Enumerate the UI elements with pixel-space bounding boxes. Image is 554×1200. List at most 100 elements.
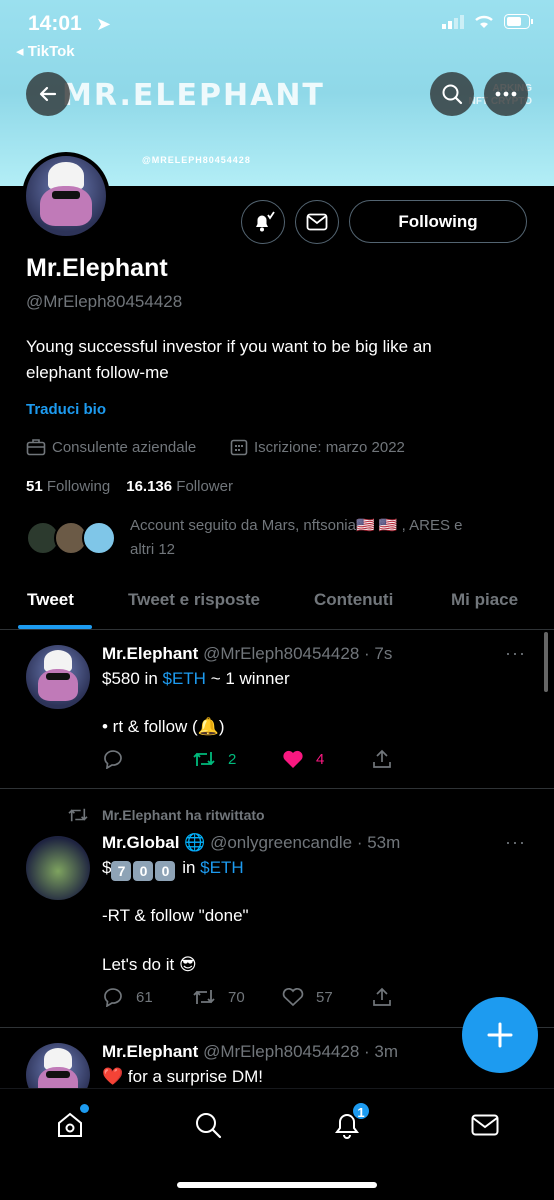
tweet-author-handle: @MrEleph80454428 · 7s	[203, 644, 393, 663]
avatar-glasses	[51, 191, 81, 200]
tab-media[interactable]: Contenuti	[314, 590, 393, 610]
tweet-header: Mr.Global 🌐 @onlygreencandle · 53m	[102, 833, 400, 853]
follow-counts: 51 Following 16.136 Follower	[26, 478, 233, 495]
tweet-item[interactable]: Mr.Elephant @MrEleph80454428 · 7s ··· $5…	[0, 631, 554, 789]
banner-handle: @MRELEPH80454428	[142, 155, 251, 165]
active-tab-indicator	[18, 625, 92, 629]
reply-button[interactable]	[102, 749, 192, 769]
category-text: Consulente aziendale	[52, 438, 197, 456]
translate-bio-link[interactable]: Traduci bio	[26, 401, 106, 418]
profile-avatar[interactable]	[22, 152, 110, 240]
more-button[interactable]	[484, 72, 528, 116]
retweet-icon	[68, 808, 88, 822]
tab-likes[interactable]: Mi piace	[451, 590, 518, 610]
wifi-icon	[475, 15, 493, 28]
notify-subscribe-button[interactable]	[241, 200, 285, 244]
keycap-digit: 0	[133, 861, 154, 881]
like-count: 4	[316, 750, 325, 768]
search-icon	[442, 84, 463, 105]
notifications-badge: 1	[351, 1101, 371, 1121]
tweet-author-name[interactable]: Mr.Global 🌐	[102, 833, 205, 852]
nav-search[interactable]	[190, 1107, 226, 1143]
profile-tabs: Tweet Tweet e risposte Contenuti Mi piac…	[0, 580, 554, 630]
tweet-author-name[interactable]: Mr.Elephant	[102, 1042, 198, 1061]
bio-line-2: elephant follow-me	[26, 363, 169, 382]
battery-icon	[504, 14, 533, 29]
share-button[interactable]	[372, 749, 462, 769]
bell-subscribe-icon	[256, 211, 275, 232]
bio-line-1: Young successful investor if you want to…	[26, 337, 432, 356]
nav-home[interactable]	[52, 1104, 89, 1143]
followers-count-link[interactable]: 16.136 Follower	[126, 478, 233, 495]
following-count-link[interactable]: 51 Following	[26, 478, 110, 495]
calendar-icon	[230, 439, 248, 456]
heart-icon	[283, 750, 303, 768]
keycap-digit: 7	[111, 861, 132, 881]
more-icon	[495, 91, 517, 97]
home-indicator[interactable]	[177, 1182, 377, 1188]
profile-category: Consulente aziendale	[26, 438, 196, 456]
tweet-avatar[interactable]	[26, 836, 90, 900]
tab-tweet-replies[interactable]: Tweet e risposte	[128, 590, 260, 610]
like-button[interactable]: 4	[282, 749, 372, 769]
retweeted-by-text[interactable]: Mr.Elephant ha ritwittato	[102, 807, 265, 823]
retweet-button[interactable]: 70	[192, 987, 282, 1007]
retweet-icon	[193, 752, 215, 766]
cashtag-link[interactable]: $ETH	[200, 858, 243, 877]
message-button[interactable]	[295, 200, 339, 244]
tweet-avatar[interactable]	[26, 645, 90, 709]
tweet-header: Mr.Elephant @MrEleph80454428 · 7s	[102, 644, 392, 664]
tweet-text: ❤️ for a surprise DM!	[102, 1067, 263, 1086]
share-button[interactable]	[372, 987, 462, 1007]
tweet-more-button[interactable]: ···	[505, 832, 526, 853]
followed-by-avatars[interactable]	[26, 521, 126, 557]
search-icon	[196, 1113, 222, 1139]
status-time: 14:01	[28, 12, 82, 35]
retweet-button[interactable]: 2	[192, 749, 282, 769]
tweet-author-handle: @onlygreencandle · 53m	[210, 833, 401, 852]
cashtag-link[interactable]: $ETH	[163, 669, 206, 688]
tweet-text: $580 in $ETH ~ 1 winner	[102, 667, 290, 691]
nav-notifications[interactable]: 1	[329, 1101, 371, 1143]
retweet-count: 70	[228, 988, 245, 1006]
profile-joined: Iscrizione: marzo 2022	[230, 438, 405, 456]
follower-avatar	[82, 521, 116, 555]
retweeted-by: Mr.Elephant ha ritwittato	[66, 806, 265, 824]
nav-messages[interactable]	[467, 1107, 503, 1143]
followed-by-line-1: Account seguito da Mars, nftsonia🇺🇸 🇺🇸 ,…	[130, 517, 463, 534]
followed-by-line-2: altri 12	[130, 541, 176, 558]
tweet-text-line-2: -RT & follow "done"	[102, 906, 249, 925]
tweet-header: Mr.Elephant @MrEleph80454428 · 3m	[102, 1042, 398, 1062]
profile-handle: @MrEleph80454428	[26, 292, 183, 311]
location-arrow-icon: ➤	[96, 14, 112, 34]
keycap-digit: 0	[155, 861, 176, 881]
avatar-glasses	[46, 673, 70, 680]
tweet-text-line-2: • rt & follow (🔔)	[102, 717, 225, 736]
tweet-text-part: $580 in	[102, 669, 163, 688]
tweet-avatar[interactable]	[26, 1043, 90, 1089]
home-new-dot	[80, 1104, 89, 1113]
joined-text: Iscrizione: marzo 2022	[254, 438, 405, 456]
like-button[interactable]: 57	[282, 987, 372, 1007]
avatar-glasses	[46, 1071, 70, 1078]
compose-tweet-button[interactable]	[462, 997, 538, 1073]
retweet-icon	[193, 990, 215, 1004]
tweet-more-button[interactable]: ···	[505, 643, 526, 664]
tweet-item[interactable]: Mr.Elephant ha ritwittato Mr.Global 🌐 @o…	[0, 790, 554, 1028]
search-button[interactable]	[430, 72, 474, 116]
retweet-count: 2	[228, 750, 237, 768]
back-button[interactable]	[26, 72, 70, 116]
share-icon	[373, 749, 391, 768]
followed-by-text[interactable]: Account seguito da Mars, nftsonia🇺🇸 🇺🇸 ,…	[130, 514, 530, 562]
briefcase-icon	[26, 439, 46, 456]
home-icon	[58, 1112, 82, 1137]
following-button[interactable]: Following	[349, 200, 527, 243]
back-to-app-link[interactable]: ◂ TikTok	[16, 42, 75, 60]
tab-tweet[interactable]: Tweet	[27, 590, 74, 610]
tweet-text-line-3: Let's do it 😎	[102, 955, 197, 974]
reply-button[interactable]: 61	[102, 987, 192, 1007]
status-icons	[442, 14, 534, 29]
tweet-author-name[interactable]: Mr.Elephant	[102, 644, 198, 663]
reply-icon	[104, 988, 122, 1007]
mail-icon	[306, 213, 328, 231]
